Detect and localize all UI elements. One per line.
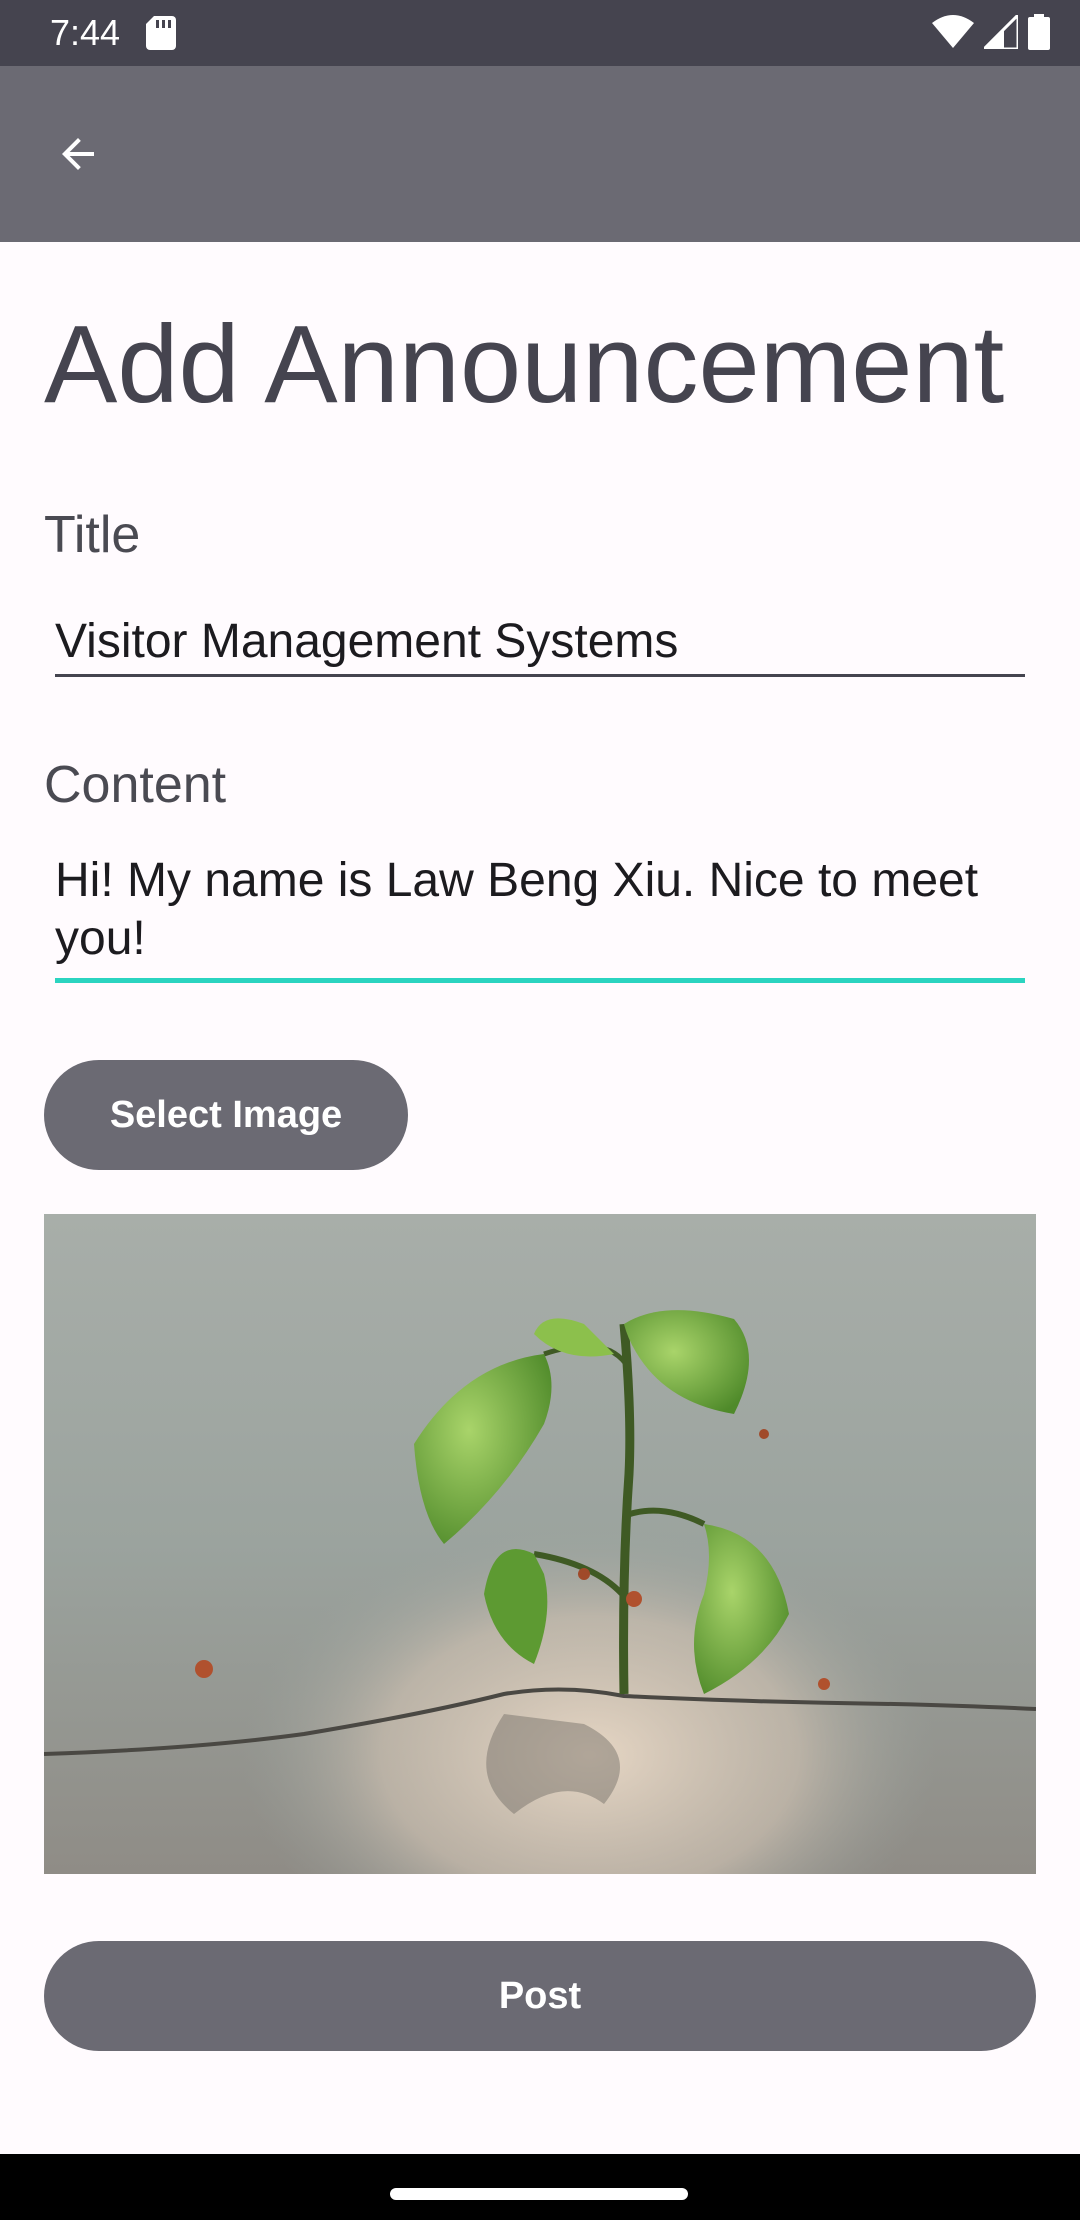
page-title: Add Announcement: [44, 303, 1005, 426]
sd-card-icon: [146, 16, 176, 55]
post-button[interactable]: Post: [44, 1941, 1036, 2051]
arrow-back-icon: [54, 130, 102, 183]
title-label: Title: [44, 506, 141, 564]
selected-image-preview: [44, 1214, 1036, 1874]
select-image-button[interactable]: Select Image: [44, 1060, 408, 1170]
status-icons: [932, 11, 1050, 55]
back-button[interactable]: [30, 108, 126, 204]
content-input[interactable]: Hi! My name is Law Beng Xiu. Nice to mee…: [55, 852, 1025, 983]
signal-icon: [980, 11, 1020, 54]
app-bar: [0, 66, 1080, 242]
content-label: Content: [44, 756, 227, 814]
title-input[interactable]: [55, 608, 1025, 677]
wifi-icon: [932, 15, 974, 54]
status-bar: 7:44: [0, 0, 1080, 66]
status-time: 7:44: [50, 12, 121, 53]
navigation-bar: [0, 2154, 1080, 2220]
battery-icon: [1028, 14, 1050, 55]
home-handle[interactable]: [390, 2188, 688, 2200]
